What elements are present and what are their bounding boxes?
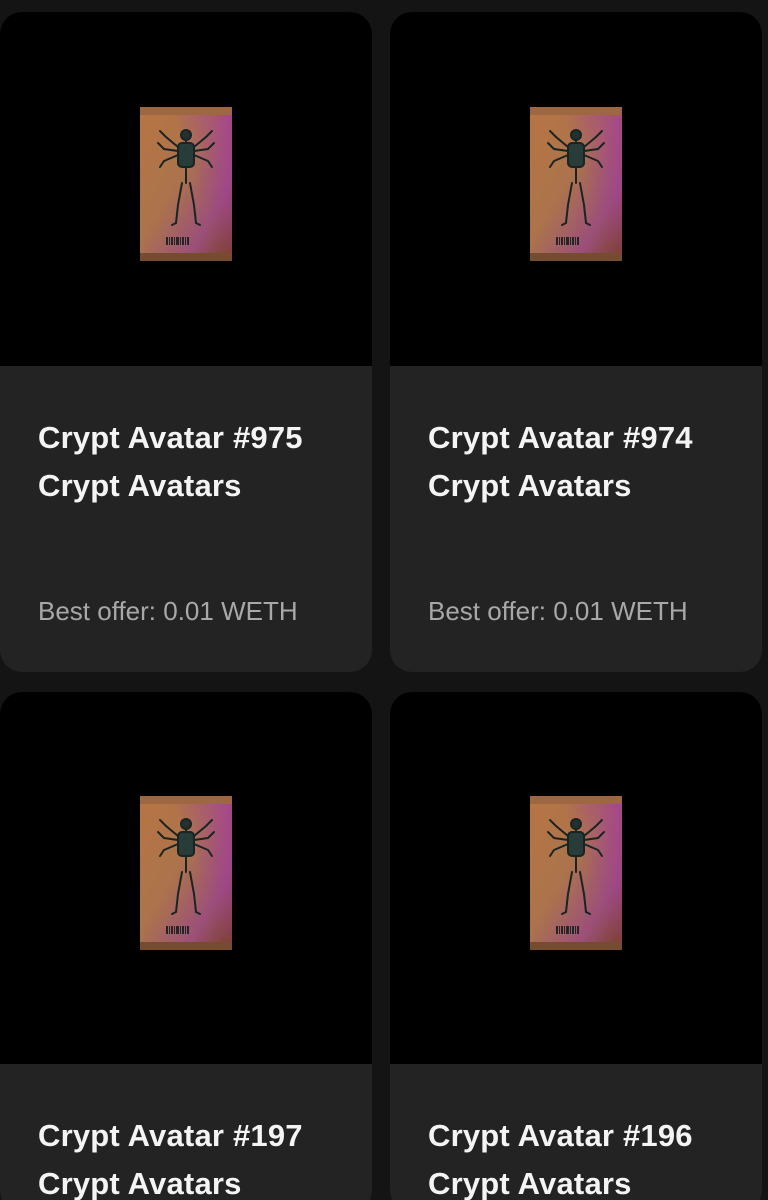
nft-card[interactable]: Crypt Avatar #197 Crypt Avatars: [0, 692, 372, 1200]
nft-title[interactable]: Crypt Avatar #196: [428, 1112, 724, 1160]
card-pack-image: [138, 794, 234, 952]
best-offer-text: Best offer: 0.01 WETH: [428, 596, 688, 626]
card-pack-image: [528, 794, 624, 952]
nft-card-info: Crypt Avatar #974 Crypt Avatars Best off…: [390, 366, 762, 627]
nft-collection-name[interactable]: Crypt Avatars: [428, 1160, 724, 1200]
nft-card-info: Crypt Avatar #975 Crypt Avatars Best off…: [0, 366, 372, 627]
nft-title[interactable]: Crypt Avatar #197: [38, 1112, 334, 1160]
nft-thumbnail[interactable]: [0, 12, 372, 366]
best-offer-text: Best offer: 0.01 WETH: [38, 596, 298, 626]
nft-grid: Crypt Avatar #975 Crypt Avatars Best off…: [0, 0, 768, 1200]
nft-thumbnail[interactable]: [390, 12, 762, 366]
card-pack-image: [138, 105, 234, 263]
nft-collection-name[interactable]: Crypt Avatars: [38, 462, 334, 510]
nft-card[interactable]: Crypt Avatar #196 Crypt Avatars: [390, 692, 762, 1200]
nft-card[interactable]: Crypt Avatar #975 Crypt Avatars Best off…: [0, 12, 372, 672]
nft-thumbnail[interactable]: [0, 692, 372, 1064]
card-pack-image: [528, 105, 624, 263]
nft-collection-name[interactable]: Crypt Avatars: [428, 462, 724, 510]
nft-title[interactable]: Crypt Avatar #975: [38, 414, 334, 462]
nft-card-info: Crypt Avatar #196 Crypt Avatars: [390, 1064, 762, 1200]
nft-thumbnail[interactable]: [390, 692, 762, 1064]
nft-collection-name[interactable]: Crypt Avatars: [38, 1160, 334, 1200]
nft-card-info: Crypt Avatar #197 Crypt Avatars: [0, 1064, 372, 1200]
nft-card[interactable]: Crypt Avatar #974 Crypt Avatars Best off…: [390, 12, 762, 672]
nft-title[interactable]: Crypt Avatar #974: [428, 414, 724, 462]
